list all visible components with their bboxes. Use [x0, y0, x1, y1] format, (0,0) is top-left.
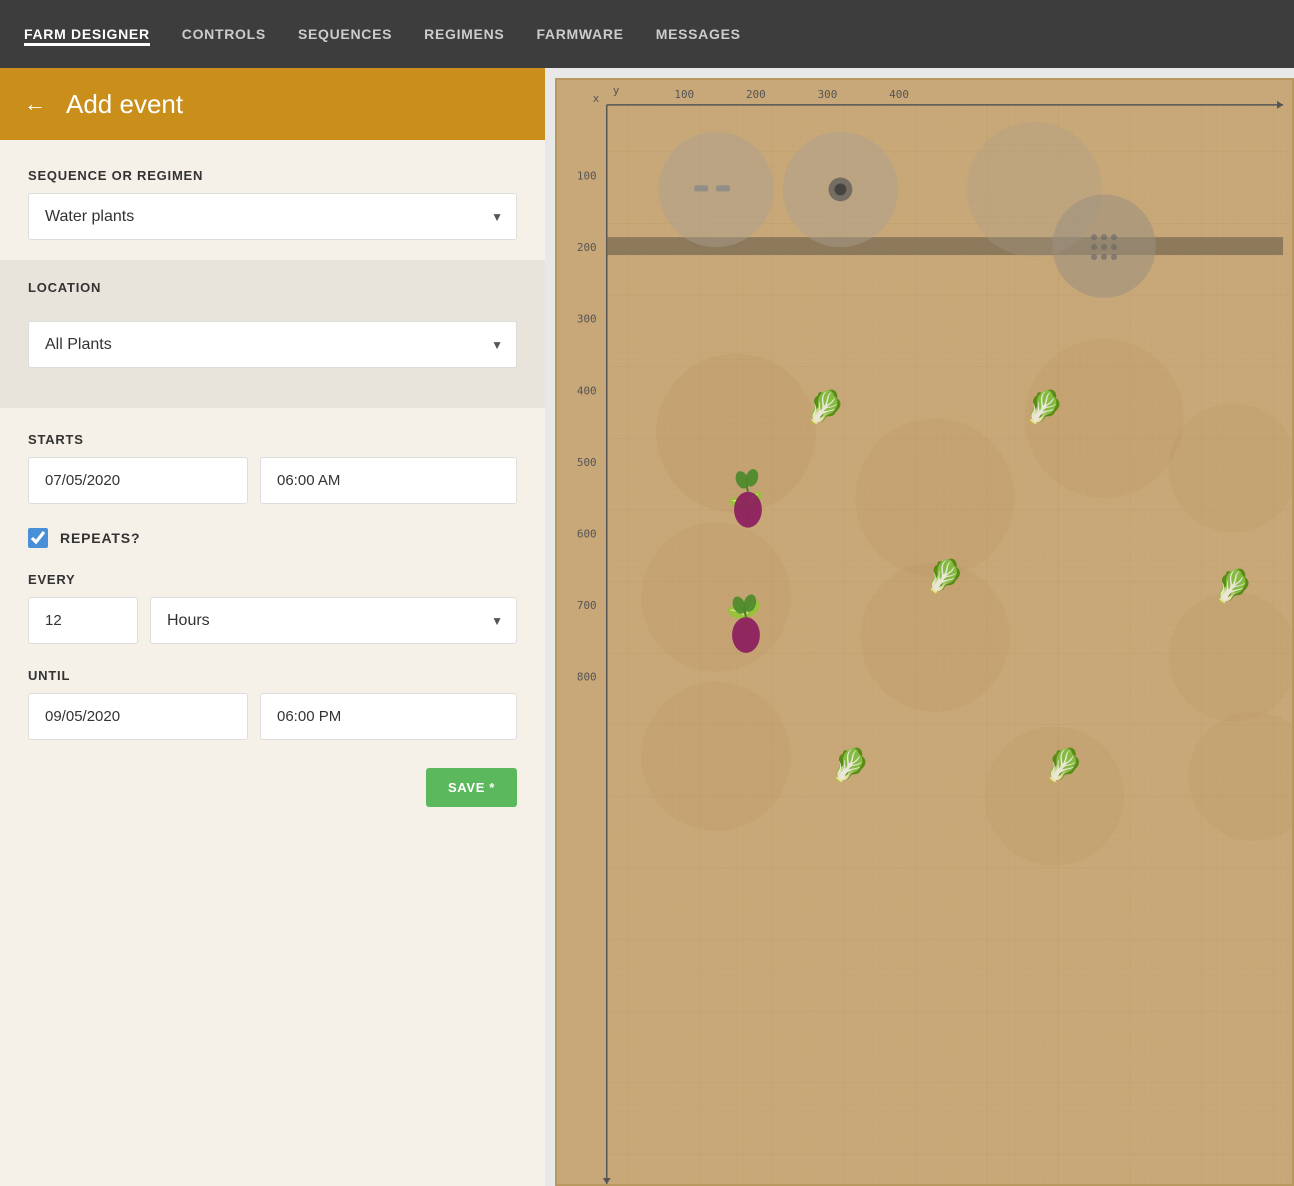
svg-text:300: 300 — [577, 313, 597, 326]
top-navigation: FARM DESIGNER CONTROLS SEQUENCES REGIMEN… — [0, 0, 1294, 68]
svg-text:600: 600 — [577, 528, 597, 541]
every-label: EVERY — [28, 572, 517, 587]
every-unit-wrapper: Hours Minutes Days Weeks Months ▼ — [150, 597, 517, 644]
svg-text:100: 100 — [577, 169, 597, 182]
repeats-checkbox[interactable] — [28, 528, 48, 548]
back-button[interactable]: ← — [24, 91, 46, 117]
svg-text:700: 700 — [577, 599, 597, 612]
nav-regimens[interactable]: REGIMENS — [424, 22, 504, 46]
nav-sequences[interactable]: SEQUENCES — [298, 22, 392, 46]
location-select[interactable]: All Plants — [28, 321, 517, 368]
svg-text:200: 200 — [746, 88, 766, 101]
save-button[interactable]: SAVE * — [426, 768, 517, 807]
svg-text:400: 400 — [577, 384, 597, 397]
start-date-input[interactable] — [28, 457, 248, 504]
svg-text:500: 500 — [577, 456, 597, 469]
farm-map: x y 100 200 300 400 100 200 300 400 500 … — [555, 78, 1294, 1186]
end-time-input[interactable] — [260, 693, 517, 740]
start-time-input[interactable] — [260, 457, 517, 504]
main-layout: ← Add event SEQUENCE OR REGIMEN Water pl… — [0, 68, 1294, 1186]
repeats-label: REPEATS? — [60, 530, 140, 546]
every-row: Hours Minutes Days Weeks Months ▼ — [28, 597, 517, 644]
svg-text:🥬: 🥬 — [925, 558, 965, 594]
nav-controls[interactable]: CONTROLS — [182, 22, 266, 46]
panel-header: ← Add event — [0, 68, 545, 140]
until-row — [28, 693, 517, 740]
left-panel: ← Add event SEQUENCE OR REGIMEN Water pl… — [0, 68, 545, 1186]
location-section: LOCATION All Plants ▼ — [0, 260, 545, 408]
svg-text:300: 300 — [818, 88, 838, 101]
svg-text:200: 200 — [577, 241, 597, 254]
nav-farm-designer[interactable]: FARM DESIGNER — [24, 22, 150, 46]
sequence-select[interactable]: Water plants — [28, 193, 517, 240]
sequence-select-wrapper: Water plants ▼ — [28, 193, 517, 240]
svg-text:🥬: 🥬 — [831, 747, 871, 783]
nav-messages[interactable]: MESSAGES — [656, 22, 741, 46]
location-select-wrapper: All Plants ▼ — [28, 321, 517, 368]
location-label: LOCATION — [28, 280, 517, 295]
sequence-label: SEQUENCE OR REGIMEN — [28, 168, 517, 183]
every-unit-select[interactable]: Hours Minutes Days Weeks Months — [150, 597, 517, 644]
svg-text:800: 800 — [577, 671, 597, 684]
svg-text:400: 400 — [889, 88, 909, 101]
svg-text:🥬: 🥬 — [1025, 389, 1065, 425]
until-label: UNTIL — [28, 668, 517, 683]
repeats-row: REPEATS? — [28, 528, 517, 548]
svg-text:y: y — [613, 84, 620, 97]
panel-title: Add event — [66, 89, 183, 120]
starts-row — [28, 457, 517, 504]
starts-label: STARTS — [28, 432, 517, 447]
svg-text:100: 100 — [674, 88, 694, 101]
every-number-input[interactable] — [28, 597, 138, 644]
right-panel: x y 100 200 300 400 100 200 300 400 500 … — [545, 68, 1294, 1186]
starts-section: STARTS — [28, 428, 517, 524]
form-body: SEQUENCE OR REGIMEN Water plants ▼ LOCAT… — [0, 140, 545, 831]
svg-text:🥬: 🥬 — [1044, 747, 1084, 783]
svg-text:🥬: 🥬 — [1214, 568, 1254, 604]
farm-map-svg: x y 100 200 300 400 100 200 300 400 500 … — [557, 80, 1292, 1184]
nav-farmware[interactable]: FARMWARE — [536, 22, 623, 46]
svg-text:x: x — [593, 92, 600, 105]
svg-text:🥬: 🥬 — [806, 389, 846, 425]
end-date-input[interactable] — [28, 693, 248, 740]
